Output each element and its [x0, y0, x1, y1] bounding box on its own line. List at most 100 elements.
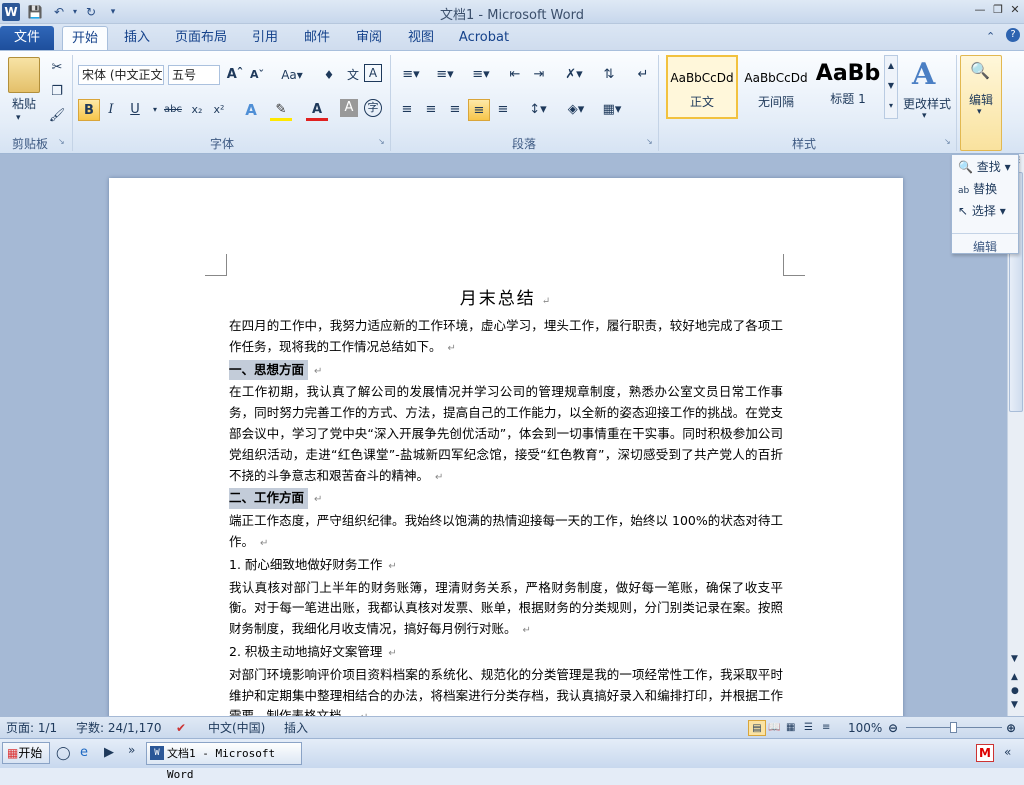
- change-styles-dropdown-icon[interactable]: ▾: [922, 111, 927, 121]
- change-styles-button[interactable]: 更改样式: [902, 95, 952, 112]
- shading-icon[interactable]: ◈▾: [562, 99, 590, 121]
- format-painter-icon[interactable]: 🖌: [46, 105, 68, 127]
- zoom-level[interactable]: 100%: [848, 720, 882, 736]
- bold-button[interactable]: B: [78, 99, 100, 121]
- document-body[interactable]: 在四月的工作中，我努力适应新的工作环境，虚心学习，埋头工作，履行职责，较好地完成…: [229, 316, 783, 716]
- cut-icon[interactable]: ✂: [46, 57, 68, 79]
- character-border-icon[interactable]: A: [364, 64, 382, 82]
- align-left-icon[interactable]: ≡: [396, 99, 418, 121]
- zoom-slider-thumb[interactable]: [950, 722, 957, 733]
- previous-page-icon[interactable]: ▲: [1011, 672, 1018, 682]
- ie-icon[interactable]: e: [80, 745, 88, 760]
- styles-launcher-icon[interactable]: ↘: [944, 137, 951, 146]
- select-button[interactable]: ↖ 选择 ▾: [958, 201, 1006, 221]
- find-button[interactable]: 🔍 查找 ▾: [958, 157, 1011, 177]
- document-page[interactable]: 月末总结 ↵ 在四月的工作中，我努力适应新的工作环境，虚心学习，埋头工作，履行职责…: [109, 178, 903, 716]
- justify-icon[interactable]: ≡: [468, 99, 490, 121]
- scroll-down-icon[interactable]: ▼: [1011, 654, 1018, 664]
- font-name-combo[interactable]: 宋体 (中文正文: [78, 65, 164, 85]
- phonetic-guide-icon[interactable]: 文: [342, 64, 364, 86]
- tab-page-layout[interactable]: 页面布局: [170, 26, 232, 50]
- distributed-icon[interactable]: ≡: [492, 99, 514, 121]
- editing-dropdown-icon[interactable]: ▾: [977, 107, 982, 117]
- font-size-combo[interactable]: 五号: [168, 65, 220, 85]
- bullets-icon[interactable]: ≡▾: [396, 64, 426, 86]
- tab-review[interactable]: 审阅: [348, 26, 390, 50]
- align-right-icon[interactable]: ≡: [444, 99, 466, 121]
- media-icon[interactable]: ▶: [104, 745, 114, 760]
- outline-icon[interactable]: ☰: [804, 720, 813, 736]
- tray-expand-icon[interactable]: «: [1004, 745, 1011, 759]
- style-normal[interactable]: AaBbCcDd 正文: [666, 55, 738, 119]
- superscript-button[interactable]: x²: [208, 99, 230, 121]
- full-screen-reading-icon[interactable]: 📖: [768, 720, 780, 736]
- sort-icon[interactable]: ⇅: [598, 64, 620, 86]
- restore-button[interactable]: ❐: [990, 3, 1006, 17]
- tab-mailings[interactable]: 邮件: [296, 26, 338, 50]
- taskbar-word-window[interactable]: W 文档1 - Microsoft Word: [146, 742, 302, 781]
- borders-icon[interactable]: ▦▾: [598, 99, 626, 121]
- line-spacing-icon[interactable]: ↕▾: [524, 99, 552, 121]
- zoom-in-icon[interactable]: ⊕: [1006, 720, 1016, 736]
- print-layout-icon[interactable]: ▤: [748, 720, 766, 736]
- clear-formatting-icon[interactable]: ♦: [318, 64, 340, 86]
- subscript-button[interactable]: x₂: [186, 99, 208, 121]
- show-desktop-icon[interactable]: ◯: [56, 746, 71, 761]
- show-marks-icon[interactable]: ↵: [632, 64, 654, 86]
- browse-object-icon[interactable]: ●: [1011, 686, 1019, 696]
- paragraph-launcher-icon[interactable]: ↘: [646, 137, 653, 146]
- change-styles-icon[interactable]: A: [912, 57, 935, 92]
- minimize-button[interactable]: —: [972, 3, 988, 17]
- shrink-font-icon[interactable]: Aˇ: [246, 64, 268, 86]
- close-button[interactable]: ✕: [1007, 3, 1023, 17]
- tray-app-icon[interactable]: M: [976, 744, 994, 762]
- start-button[interactable]: ▦开始: [2, 742, 50, 764]
- numbering-icon[interactable]: ≡▾: [430, 64, 460, 86]
- tab-home[interactable]: 开始: [62, 26, 108, 50]
- underline-button[interactable]: U: [124, 99, 146, 121]
- binoculars-icon[interactable]: 🔍: [970, 61, 990, 80]
- chinese-layout-icon[interactable]: ✗▾: [560, 64, 588, 86]
- paste-icon[interactable]: [8, 57, 40, 93]
- insert-mode[interactable]: 插入: [284, 720, 308, 736]
- word-count[interactable]: 字数: 24/1,170: [76, 720, 162, 736]
- tab-view[interactable]: 视图: [400, 26, 442, 50]
- italic-button[interactable]: I: [100, 99, 122, 121]
- enclose-characters-icon[interactable]: 字: [364, 99, 382, 117]
- language-status[interactable]: 中文(中国): [208, 720, 265, 736]
- proofing-icon[interactable]: ✔: [176, 720, 186, 736]
- next-page-icon[interactable]: ▼: [1011, 700, 1018, 710]
- help-icon[interactable]: ?: [1006, 28, 1020, 42]
- editing-button[interactable]: 编辑: [962, 91, 1000, 108]
- tab-acrobat[interactable]: Acrobat: [452, 26, 516, 50]
- paste-button[interactable]: 粘贴: [6, 95, 42, 112]
- center-icon[interactable]: ≡: [420, 99, 442, 121]
- minimize-ribbon-icon[interactable]: ⌃: [986, 30, 995, 43]
- replace-button[interactable]: ab 替换: [958, 179, 997, 199]
- strikethrough-button[interactable]: abc: [160, 99, 186, 121]
- tab-file[interactable]: 文件: [0, 26, 54, 50]
- web-layout-icon[interactable]: ▦: [786, 720, 795, 736]
- styles-scroll[interactable]: ▲ ▼ ▾: [884, 55, 898, 119]
- draft-icon[interactable]: ≡: [822, 720, 830, 736]
- tab-references[interactable]: 引用: [244, 26, 286, 50]
- multilevel-list-icon[interactable]: ≡▾: [466, 64, 496, 86]
- font-launcher-icon[interactable]: ↘: [378, 137, 385, 146]
- clipboard-launcher-icon[interactable]: ↘: [58, 137, 65, 146]
- tab-insert[interactable]: 插入: [116, 26, 158, 50]
- highlight-icon[interactable]: ✎: [270, 99, 292, 121]
- increase-indent-icon[interactable]: ⇥: [528, 64, 550, 86]
- change-case-icon[interactable]: Aa▾: [278, 64, 306, 86]
- page-count[interactable]: 页面: 1/1: [6, 720, 57, 736]
- style-no-spacing[interactable]: AaBbCcDd 无间隔: [740, 55, 812, 119]
- character-shading-icon[interactable]: A: [340, 99, 358, 117]
- font-color-icon[interactable]: A: [306, 99, 328, 121]
- zoom-out-icon[interactable]: ⊖: [888, 720, 898, 736]
- text-effects-icon[interactable]: A: [240, 99, 262, 121]
- paste-dropdown-icon[interactable]: ▾: [16, 113, 21, 123]
- copy-icon[interactable]: ❐: [46, 81, 68, 103]
- style-heading-1[interactable]: AaBb 标题 1: [812, 55, 884, 119]
- quick-launch-more-icon[interactable]: »: [128, 743, 135, 757]
- grow-font-icon[interactable]: Aˆ: [224, 64, 246, 86]
- decrease-indent-icon[interactable]: ⇤: [504, 64, 526, 86]
